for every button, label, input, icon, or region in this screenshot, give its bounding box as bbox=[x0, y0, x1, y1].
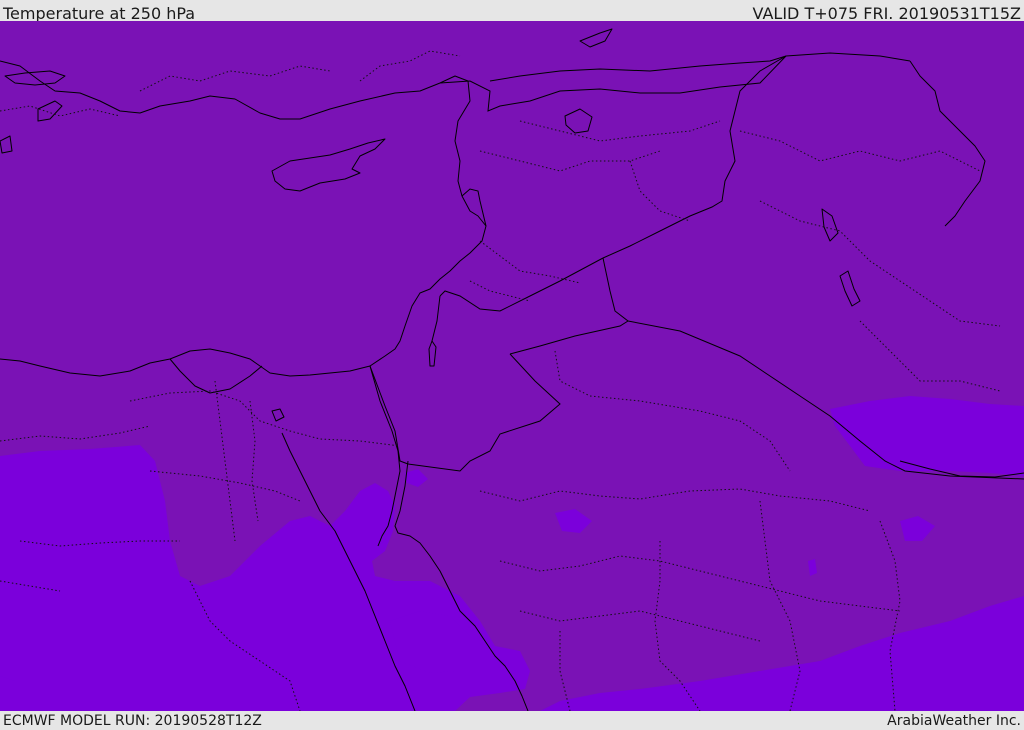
header-bar: Temperature at 250 hPa VALID T+075 FRI. … bbox=[0, 0, 1024, 23]
footer-bar: ECMWF MODEL RUN: 20190528T12Z ArabiaWeat… bbox=[0, 711, 1024, 729]
provider-label: ArabiaWeather Inc. bbox=[887, 713, 1021, 729]
temperature-map bbox=[0, 21, 1024, 711]
model-run-label: ECMWF MODEL RUN: 20190528T12Z bbox=[3, 713, 262, 729]
